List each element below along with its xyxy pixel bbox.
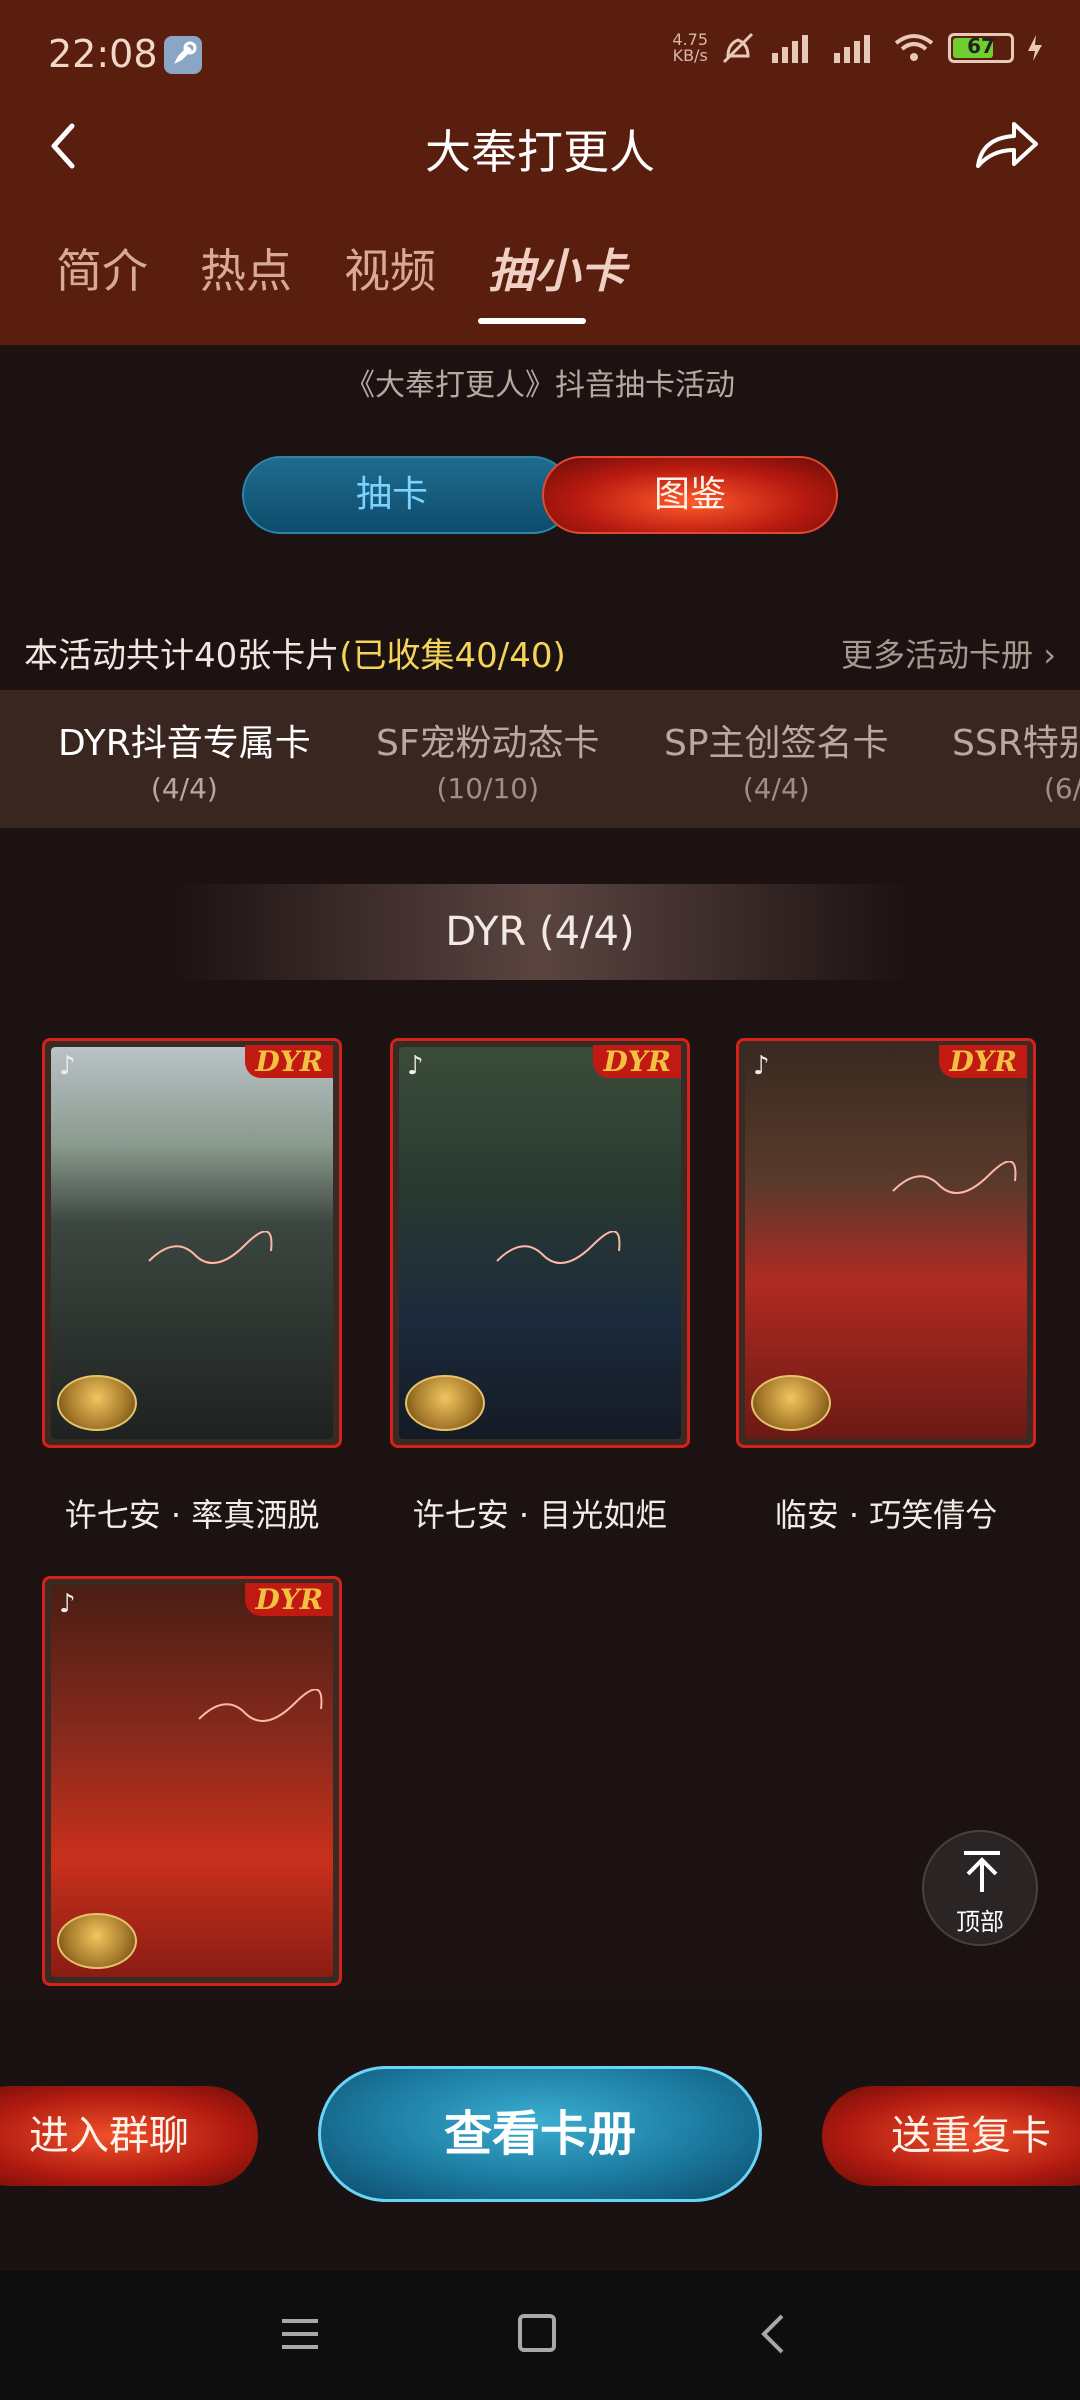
- collection-progress: (已收集40/40): [339, 636, 566, 676]
- medal-icon: [751, 1375, 831, 1431]
- gallery-toggle[interactable]: 图鉴: [542, 456, 838, 534]
- mute-icon: [722, 32, 754, 64]
- section-title: DYR (4/4): [170, 884, 910, 980]
- system-nav-bar: [0, 2270, 1080, 2400]
- activity-subtitle: 《大奉打更人》抖音抽卡活动: [345, 368, 735, 403]
- tab-hot[interactable]: 热点: [200, 235, 292, 301]
- home-icon[interactable]: [518, 2314, 556, 2352]
- join-group-chat-button[interactable]: 进入群聊: [0, 2086, 258, 2186]
- tab-active-indicator: [478, 318, 586, 324]
- collection-summary: 本活动共计40张卡片(已收集40/40) 更多活动卡册 ›: [24, 620, 1056, 680]
- wifi-icon: [894, 34, 934, 61]
- menu-icon[interactable]: [280, 2316, 320, 2352]
- tab-intro[interactable]: 简介: [56, 235, 148, 301]
- draw-card-toggle[interactable]: 抽卡: [242, 456, 572, 534]
- arrow-up-icon: [964, 1851, 1000, 1892]
- mode-switch: 抽卡 图鉴: [242, 456, 838, 534]
- card-2[interactable]: ♪ DYR: [390, 1038, 690, 1448]
- title-bar: 大奉打更人: [0, 100, 1080, 190]
- card-tag: DYR: [939, 1045, 1027, 1078]
- send-duplicate-card-button[interactable]: 送重复卡: [822, 2086, 1080, 2186]
- signature-icon: [892, 1161, 1017, 1194]
- more-albums-link[interactable]: 更多活动卡册 ›: [841, 630, 1056, 676]
- medal-icon: [405, 1375, 485, 1431]
- battery-icon: 67: [948, 33, 1014, 63]
- card-tag: DYR: [245, 1045, 333, 1078]
- view-album-button[interactable]: 查看卡册: [318, 2066, 762, 2202]
- back-to-top-button[interactable]: 顶部: [922, 1830, 1038, 1946]
- card-1[interactable]: ♪ DYR: [42, 1038, 342, 1448]
- signal-icon-2: [834, 35, 870, 63]
- card-tag: DYR: [593, 1045, 681, 1078]
- category-sf[interactable]: SF宠粉动态卡 (10/10): [376, 714, 600, 805]
- nav-back-icon[interactable]: [758, 2312, 788, 2356]
- tiktok-icon: ♪: [407, 1051, 424, 1081]
- signature-icon: [198, 1689, 323, 1722]
- collection-total: 本活动共计40张卡片(已收集40/40): [24, 636, 566, 676]
- card-4[interactable]: ♪ DYR: [42, 1576, 342, 1986]
- category-dyr[interactable]: DYR抖音专属卡 (4/4): [58, 714, 311, 805]
- card-3[interactable]: ♪ DYR: [736, 1038, 1036, 1448]
- page-title: 大奉打更人: [425, 125, 655, 179]
- category-tabs: DYR抖音专属卡 (4/4) SF宠粉动态卡 (10/10) SP主创签名卡 (…: [0, 690, 1080, 828]
- tab-video[interactable]: 视频: [344, 235, 436, 301]
- card-label: 许七安 · 目光如炬: [412, 1496, 668, 1534]
- signature-icon: [148, 1231, 273, 1264]
- card-label: 临安 · 巧笑倩兮: [774, 1496, 998, 1534]
- signature-icon: [496, 1231, 621, 1264]
- signal-icon-1: [772, 35, 808, 63]
- wrench-icon: [164, 36, 202, 74]
- system-icons: 4.75 KB/s 67: [672, 30, 1044, 66]
- status-time: 22:08: [48, 32, 158, 76]
- tiktok-icon: ♪: [59, 1589, 76, 1619]
- tiktok-icon: ♪: [59, 1051, 76, 1081]
- chevron-right-icon: ›: [1043, 636, 1056, 674]
- net-speed: 4.75 KB/s: [672, 30, 708, 65]
- medal-icon: [57, 1375, 137, 1431]
- share-icon[interactable]: [974, 116, 1040, 176]
- medal-icon: [57, 1913, 137, 1969]
- card-tag: DYR: [245, 1583, 333, 1616]
- header: 22:08 4.75 KB/s 67 大奉打更人 简介 热点 视频 抽小卡: [0, 0, 1080, 345]
- category-ssr[interactable]: SSR特别 (6/: [952, 714, 1080, 805]
- category-sp[interactable]: SP主创签名卡 (4/4): [664, 714, 889, 805]
- tab-bar: 简介 热点 视频 抽小卡: [56, 235, 626, 301]
- tiktok-icon: ♪: [753, 1051, 770, 1081]
- status-bar: 22:08 4.75 KB/s 67: [0, 22, 1080, 86]
- card-label: 许七安 · 率真洒脱: [64, 1496, 320, 1534]
- tab-draw-card[interactable]: 抽小卡: [488, 235, 626, 301]
- charging-icon: [1028, 35, 1042, 61]
